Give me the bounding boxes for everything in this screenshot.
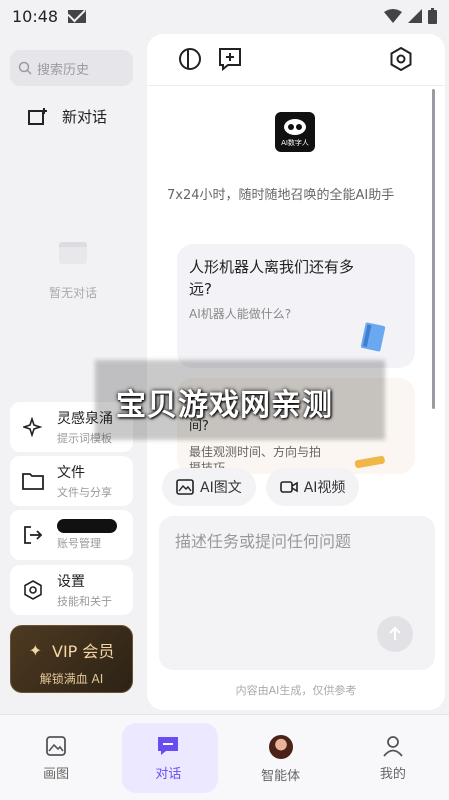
tab-label: 画图 (43, 767, 70, 782)
tab-chat[interactable]: 对话 (112, 715, 224, 800)
chat-header (147, 34, 445, 86)
mail-icon (68, 9, 87, 23)
suggestion-question: 人形机器人离我们还有多远? (189, 258, 355, 298)
new-chat-icon (28, 107, 47, 125)
suggestion-card[interactable]: 人形机器人离我们还有多远? AI机器人能做什么? (177, 244, 415, 368)
chat-input[interactable] (175, 528, 419, 608)
new-message-icon[interactable] (218, 47, 242, 71)
menu-title: 文件 (57, 465, 85, 481)
tab-draw[interactable]: 画图 (0, 715, 112, 800)
status-time: 10:48 (12, 6, 59, 26)
new-chat-label: 新对话 (62, 108, 108, 126)
chat-icon (158, 737, 179, 755)
signal-icon (408, 9, 422, 23)
logo-text: AI数字人 (281, 139, 309, 147)
tab-label: 智能体 (261, 769, 301, 784)
empty-folder-icon (59, 242, 87, 264)
star-icon: ✦ (28, 640, 42, 660)
settings-icon (22, 579, 44, 601)
vip-title: VIP 会员 (52, 642, 115, 661)
mode-chips: AI图文 AI视频 (162, 468, 360, 506)
video-icon (279, 481, 298, 493)
suggestion-sub: AI机器人能做什么? (189, 307, 292, 321)
profile-icon (383, 736, 403, 757)
ai-video-chip[interactable]: AI视频 (265, 468, 360, 506)
status-bar: 10:48 (0, 0, 449, 32)
search-icon (18, 61, 32, 75)
search-placeholder: 搜索历史 (37, 62, 90, 78)
image-icon (176, 479, 194, 495)
empty-text: 暂无对话 (48, 286, 97, 300)
chat-input-box (159, 516, 435, 670)
bottom-nav: 画图 对话 智能体 我的 (0, 714, 449, 800)
vip-subtitle: 解锁满血 AI (39, 672, 104, 686)
tab-label: 对话 (155, 767, 182, 782)
new-chat-button[interactable]: 新对话 (28, 106, 107, 127)
picture-icon (46, 736, 67, 756)
menu-title: 设置 (57, 574, 85, 590)
settings-hex-icon[interactable] (389, 47, 413, 71)
scrollbar[interactable] (432, 89, 435, 409)
folder-icon (22, 470, 44, 492)
tab-agents[interactable]: 智能体 (225, 715, 337, 800)
ai-image-text-chip[interactable]: AI图文 (162, 468, 256, 506)
vip-card[interactable]: ✦ VIP 会员 解锁满血 AI (10, 625, 133, 693)
tagline: 7x24小时，随时随地召唤的全能AI助手 (167, 188, 395, 203)
sidebar-toggle-icon[interactable] (178, 47, 202, 71)
search-input[interactable]: 搜索历史 (10, 50, 133, 86)
redacted-username (57, 519, 117, 533)
menu-subtitle: 文件与分享 (57, 486, 112, 499)
watermark: 宝贝游戏网亲测 (116, 388, 333, 423)
send-button[interactable] (377, 616, 413, 652)
arrow-up-icon (389, 626, 401, 640)
agent-avatar-icon (268, 735, 293, 759)
chip-label: AI视频 (303, 480, 346, 496)
menu-subtitle: 账号管理 (57, 537, 101, 550)
empty-state: 暂无对话 (30, 242, 116, 301)
menu-files[interactable]: 文件 文件与分享 (10, 456, 133, 506)
battery-icon (428, 8, 437, 24)
app-logo: AI数字人 (275, 112, 315, 152)
active-tab-highlight (122, 723, 219, 793)
chip-label: AI图文 (200, 480, 242, 496)
ai-disclaimer: 内容由AI生成，仅供参考 (235, 684, 357, 697)
tab-label: 我的 (379, 767, 406, 782)
notebook-icon (360, 322, 386, 352)
menu-account[interactable]: 账号管理 (10, 510, 133, 560)
status-icons (384, 8, 437, 24)
wifi-icon (384, 9, 402, 23)
menu-settings[interactable]: 设置 技能和关于 (10, 565, 133, 615)
logout-icon (22, 524, 44, 546)
menu-subtitle: 技能和关于 (57, 595, 112, 608)
tab-profile[interactable]: 我的 (337, 715, 449, 800)
